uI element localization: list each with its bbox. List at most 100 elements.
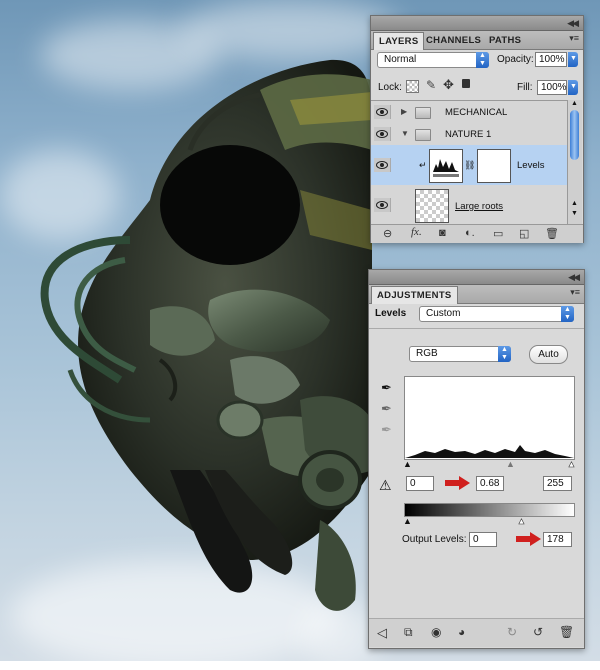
visibility-eye-icon[interactable] — [374, 158, 391, 172]
chevron-updown-icon: ▲ ▼ — [561, 306, 574, 322]
trash-icon[interactable]: 🗑 — [559, 625, 574, 639]
channel-select[interactable]: RGB ▲ ▼ — [409, 346, 511, 362]
layer-name: Large roots — [455, 201, 504, 212]
folder-icon — [415, 129, 431, 141]
output-black-field[interactable]: 0 — [469, 532, 497, 547]
opacity-label: Opacity: — [497, 54, 534, 65]
output-white-field[interactable]: 178 — [543, 532, 572, 547]
chevron-down-icon: ▼ — [570, 55, 577, 62]
layer-mask-thumbnail[interactable] — [477, 149, 511, 183]
layers-scrollbar[interactable]: ▲ ▲ ▼ — [567, 100, 582, 224]
fill-dropdown-button[interactable]: ▼ — [568, 80, 578, 95]
lock-all-icon[interactable] — [462, 79, 470, 88]
red-arrow-annotation — [445, 476, 470, 490]
chevron-down-icon: ▼ — [570, 83, 577, 90]
opacity-dropdown-button[interactable]: ▼ — [568, 52, 578, 67]
lock-transparency-icon[interactable] — [406, 80, 419, 93]
input-gamma-field[interactable]: 0.68 — [476, 476, 504, 491]
input-black-field[interactable]: 0 — [406, 476, 434, 491]
panel-menu-icon[interactable]: ▾≡ — [569, 33, 579, 44]
tab-paths[interactable]: PATHS — [484, 32, 526, 49]
brush-icon[interactable]: ✎ — [426, 78, 436, 92]
black-output-slider[interactable]: ▲ — [403, 516, 412, 526]
new-group-icon[interactable]: ▭ — [493, 227, 503, 240]
histogram-graph — [405, 445, 574, 458]
collapse-triangle-icon[interactable]: ▼ — [401, 129, 409, 138]
layer-name: MECHANICAL — [445, 107, 508, 118]
link-layers-icon[interactable]: ⊖ — [383, 227, 392, 240]
layers-panel: ◀◀ LAYERS CHANNELS PATHS ▾≡ Normal ▲ ▼ Op… — [370, 15, 584, 243]
scroll-thumb[interactable] — [570, 110, 579, 160]
layer-name: NATURE 1 — [445, 129, 492, 140]
scroll-down-icon[interactable]: ▼ — [571, 210, 578, 217]
chevron-updown-icon: ▲ ▼ — [476, 52, 489, 68]
blend-mode-select[interactable]: Normal ▲ ▼ — [377, 52, 489, 68]
folder-icon — [415, 107, 431, 119]
white-point-eyedropper-icon[interactable]: ✒ — [381, 422, 392, 438]
tab-adjustments[interactable]: ADJUSTMENTS — [371, 286, 458, 304]
add-mask-icon[interactable]: ◙ — [439, 227, 446, 239]
layer-row[interactable]: ▶ MECHANICAL — [371, 101, 567, 124]
link-chain-icon[interactable]: ⛓ — [464, 160, 475, 171]
channel-value: RGB — [416, 348, 438, 359]
clip-to-layer-icon[interactable]: ◉ — [431, 625, 441, 639]
expand-triangle-icon[interactable]: ▶ — [401, 107, 407, 116]
chevron-updown-icon: ▲ ▼ — [498, 346, 511, 362]
visibility-eye-icon[interactable] — [374, 105, 391, 119]
reset-icon[interactable]: ↺ — [533, 625, 543, 639]
blend-mode-value: Normal — [384, 54, 417, 65]
tab-layers[interactable]: LAYERS — [373, 32, 425, 50]
expanded-view-icon[interactable]: ⧉ — [404, 625, 413, 640]
adjustment-layer-icon[interactable]: ◐. — [465, 227, 475, 239]
histogram — [404, 376, 575, 460]
back-arrow-icon[interactable]: ◁ — [377, 625, 387, 641]
output-gradient — [404, 503, 575, 517]
fill-field[interactable]: 100% — [537, 80, 567, 95]
layers-panel-titlebar[interactable]: ◀◀ — [371, 16, 583, 31]
layer-row-selected[interactable]: ↵ ⛓ Levels — [371, 145, 567, 186]
black-input-slider[interactable]: ▲ — [403, 459, 412, 469]
fill-label: Fill: — [517, 82, 533, 93]
visibility-eye-icon[interactable]: ◕ — [458, 625, 465, 639]
adjustments-panel: ◀◀ ADJUSTMENTS ▾≡ Levels Custom ▲ ▼ RGB ▲… — [368, 269, 585, 649]
levels-adjustment-icon — [429, 149, 463, 183]
red-arrow-annotation — [516, 532, 541, 546]
move-lock-icon[interactable]: ✥ — [443, 77, 454, 93]
output-levels-label: Output Levels: — [402, 534, 467, 545]
layer-name: Levels — [517, 160, 545, 171]
adjustments-panel-tabbar: ADJUSTMENTS ▾≡ — [369, 285, 584, 304]
trash-icon[interactable]: 🗑 — [545, 227, 559, 240]
tab-channels[interactable]: CHANNELS — [421, 32, 486, 49]
gray-point-eyedropper-icon[interactable]: ✒ — [381, 401, 392, 417]
clipping-warning-icon[interactable]: ⚠ — [379, 477, 392, 494]
scroll-up-icon[interactable]: ▲ — [571, 100, 578, 107]
adjustments-panel-titlebar[interactable]: ◀◀ — [369, 270, 584, 285]
opacity-field[interactable]: 100% — [535, 52, 567, 67]
layer-row[interactable]: ▼ NATURE 1 — [371, 123, 567, 146]
collapse-icon[interactable]: ◀◀ — [567, 18, 579, 29]
layers-panel-tabbar: LAYERS CHANNELS PATHS ▾≡ — [371, 31, 583, 50]
layer-thumbnail — [415, 189, 449, 223]
gamma-input-slider[interactable]: ▲ — [506, 459, 515, 469]
auto-button[interactable]: Auto — [529, 345, 568, 364]
divider — [369, 328, 584, 329]
panel-menu-icon[interactable]: ▾≡ — [570, 287, 580, 298]
visibility-eye-icon[interactable] — [374, 127, 391, 141]
preset-select[interactable]: Custom ▲ ▼ — [419, 306, 574, 322]
collapse-icon[interactable]: ◀◀ — [568, 272, 580, 283]
visibility-eye-icon[interactable] — [374, 198, 391, 212]
view-previous-state-icon[interactable]: ↻ — [507, 625, 517, 639]
adjustments-footer: ◁ ⧉ ◉ ◕ ↻ ↺ 🗑 — [369, 618, 584, 647]
lock-label: Lock: — [378, 82, 402, 93]
preset-value: Custom — [426, 308, 461, 319]
input-white-field[interactable]: 255 — [543, 476, 572, 491]
black-point-eyedropper-icon[interactable]: ✒ — [381, 380, 392, 396]
white-input-slider[interactable]: ▲ — [567, 459, 577, 470]
clipping-arrow-icon: ↵ — [419, 160, 427, 170]
new-layer-icon[interactable]: ◱ — [519, 227, 529, 240]
layer-row[interactable]: Large roots — [371, 185, 567, 225]
white-output-slider[interactable]: ▲ — [517, 516, 527, 527]
layers-footer: ⊖ fx. ◙ ◐. ▭ ◱ 🗑 — [371, 224, 583, 243]
fx-icon[interactable]: fx. — [411, 226, 422, 238]
scroll-up-icon[interactable]: ▲ — [571, 200, 578, 207]
